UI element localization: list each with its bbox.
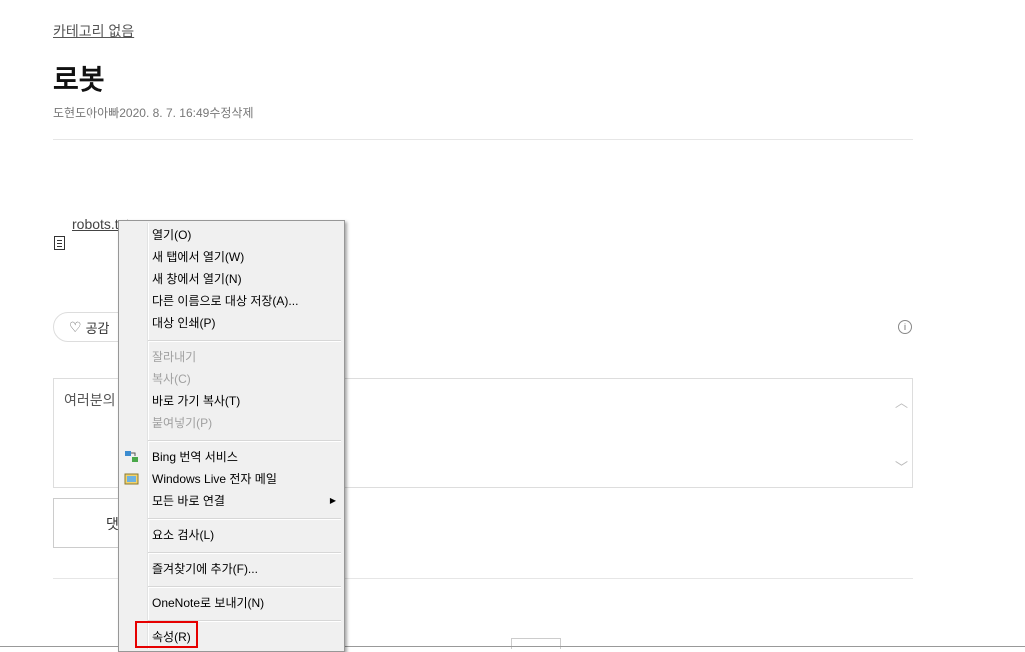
menu-separator: [148, 440, 341, 442]
menu-separator: [148, 552, 341, 554]
submenu-arrow-icon: ▶: [329, 496, 336, 505]
menu-item-cut: 잘라내기: [152, 350, 197, 364]
like-label: 공감: [85, 320, 110, 336]
menu-item-paste: 붙여넣기(P): [152, 416, 213, 430]
meta-divider: [90, 106, 91, 119]
menu-item-windows-live-mail[interactable]: Windows Live 전자 메일: [121, 468, 342, 490]
edit-link[interactable]: 수정: [209, 104, 231, 121]
heart-icon: ♡: [69, 318, 82, 335]
scroll-up-icon[interactable]: ︿: [895, 392, 908, 411]
category-link[interactable]: 카테고리 없음: [53, 21, 134, 41]
menu-item-open[interactable]: 열기(O): [121, 224, 342, 246]
bing-translate-icon: [124, 450, 140, 464]
scroll-down-icon[interactable]: ﹀: [895, 457, 908, 476]
post-meta: 도현도아아빠 2020. 8. 7. 16:49 수정 삭제: [53, 104, 254, 121]
menu-item-add-to-favorites[interactable]: 즐겨찾기에 추가(F)...: [121, 558, 342, 580]
menu-item-open-new-tab[interactable]: 새 탭에서 열기(W): [121, 246, 342, 268]
page-title: 로봇: [53, 64, 105, 95]
post-date: 2020. 8. 7. 16:49: [119, 105, 210, 120]
menu-item-open-new-window[interactable]: 새 창에서 열기(N): [121, 268, 342, 290]
pagination-box: [511, 638, 561, 649]
menu-item-copy: 복사(C): [152, 372, 191, 386]
menu-item-copy-shortcut[interactable]: 바로 가기 복사(T): [121, 390, 342, 412]
properties-highlight-box: [135, 621, 198, 648]
file-icon: [54, 236, 65, 250]
author-name[interactable]: 도현도아아빠: [53, 104, 119, 121]
context-menu: 열기(O) 새 탭에서 열기(W) 새 창에서 열기(N) 다른 이름으로 대상…: [118, 220, 345, 652]
menu-item-all-accelerators[interactable]: 모든 바로 연결 ▶: [121, 490, 342, 512]
windows-live-mail-icon: [124, 472, 140, 486]
delete-link[interactable]: 삭제: [231, 104, 253, 121]
menu-item-bing-translate[interactable]: Bing 번역 서비스: [121, 446, 342, 468]
menu-item-save-target-as[interactable]: 다른 이름으로 대상 저장(A)...: [121, 290, 342, 312]
info-icon[interactable]: i: [898, 320, 912, 334]
menu-item-inspect-element[interactable]: 요소 검사(L): [121, 524, 342, 546]
menu-separator: [148, 518, 341, 520]
menu-separator: [148, 340, 341, 342]
comment-submit-label: 댓: [106, 516, 119, 532]
menu-item-send-to-onenote[interactable]: OneNote로 보내기(N): [121, 592, 342, 614]
menu-separator: [148, 586, 341, 588]
menu-item-print-target[interactable]: 대상 인쇄(P): [121, 312, 342, 334]
divider: [53, 139, 913, 140]
comment-placeholder: 여러분의: [64, 392, 116, 408]
